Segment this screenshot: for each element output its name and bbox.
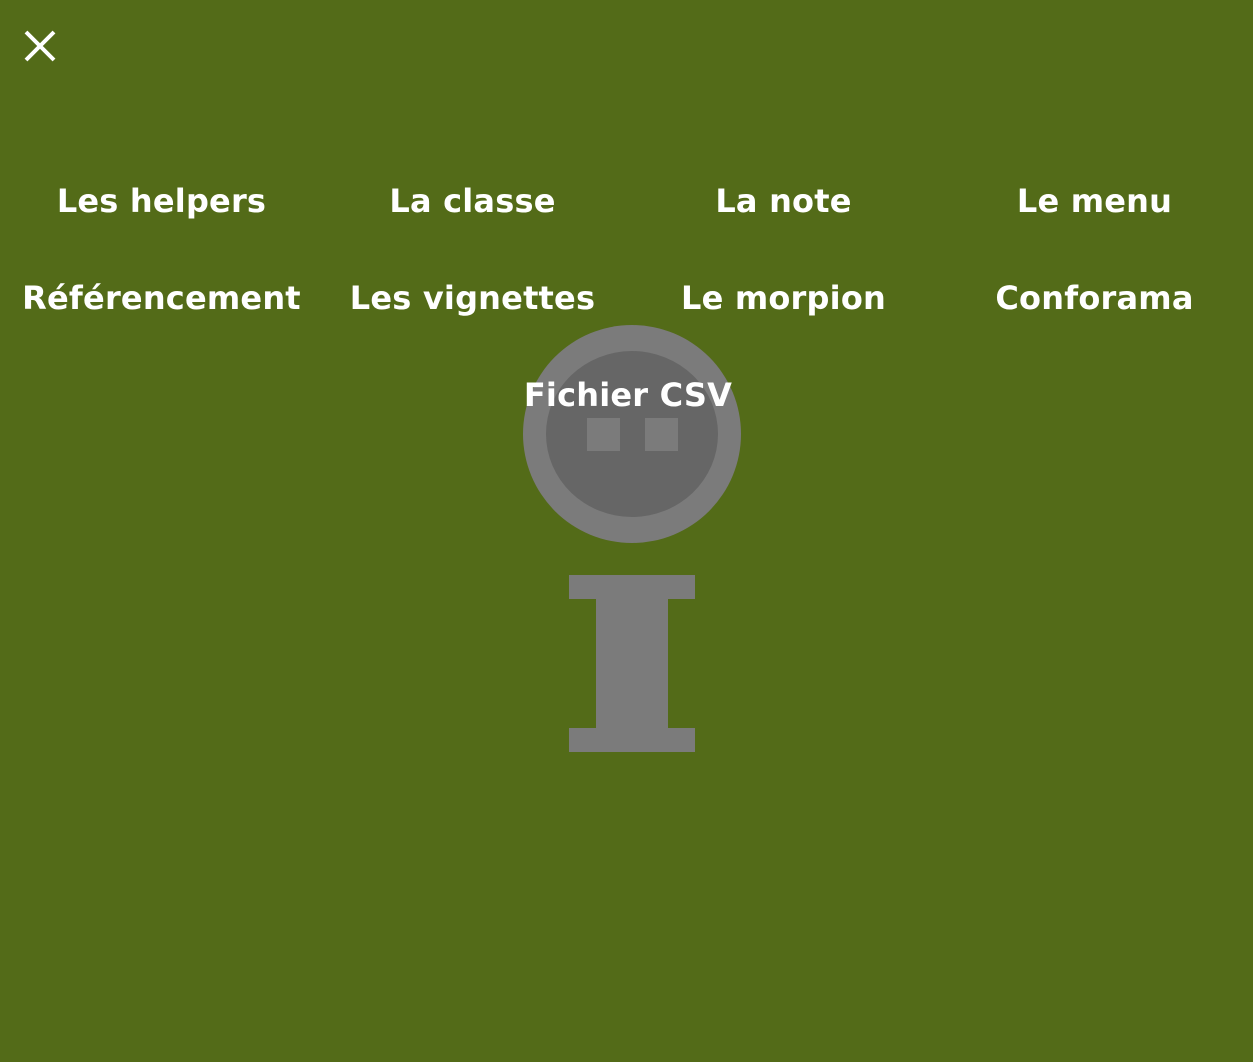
mascot-info-icon — [523, 325, 741, 752]
close-icon — [24, 30, 56, 62]
menu-item-la-note[interactable]: La note — [628, 170, 939, 267]
menu-item-la-classe[interactable]: La classe — [317, 170, 628, 267]
menu-item-fichier-csv[interactable]: Fichier CSV — [6, 364, 1250, 461]
menu-item-conforama[interactable]: Conforama — [939, 267, 1250, 364]
menu-item-les-helpers[interactable]: Les helpers — [6, 170, 317, 267]
main-menu: Les helpers La classe La note Le menu Ré… — [6, 170, 1250, 461]
menu-item-le-menu[interactable]: Le menu — [939, 170, 1250, 267]
menu-item-le-morpion[interactable]: Le morpion — [628, 267, 939, 364]
menu-item-referencement[interactable]: Référencement — [6, 267, 317, 364]
overlay-menu-page: Les helpers La classe La note Le menu Ré… — [0, 0, 1253, 1062]
menu-item-les-vignettes[interactable]: Les vignettes — [317, 267, 628, 364]
close-button[interactable] — [18, 24, 62, 68]
